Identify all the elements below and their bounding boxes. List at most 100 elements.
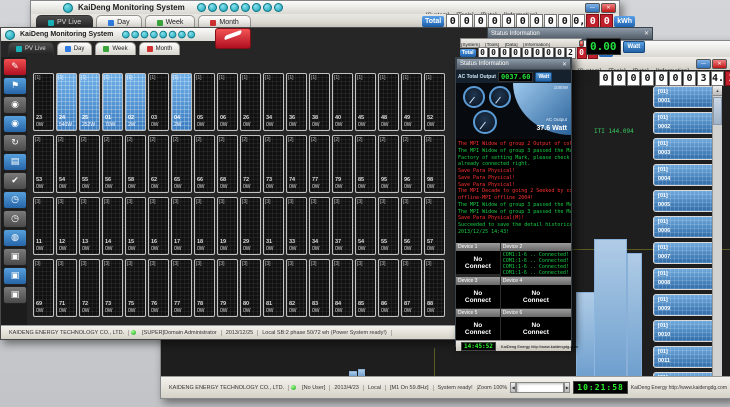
- close-button[interactable]: ✕: [601, 3, 616, 13]
- panel-cell[interactable]: [3]750W: [125, 259, 146, 317]
- help-icon[interactable]: [274, 3, 283, 12]
- panel-cell[interactable]: [3]550W: [378, 197, 399, 255]
- panel-cell[interactable]: [2]650W: [171, 135, 192, 193]
- panel-cell[interactable]: [2]980W: [424, 135, 445, 193]
- panel-cell[interactable]: [1]24540W: [56, 73, 77, 131]
- layout-icon[interactable]: [150, 30, 158, 38]
- tab-week[interactable]: Week: [95, 42, 135, 55]
- panel-cell[interactable]: [3]330W: [286, 197, 307, 255]
- inverter-tile[interactable]: [01]0008: [653, 268, 715, 290]
- titlebar[interactable]: KaiDeng Monitoring System: [1, 28, 248, 41]
- scrollbar-up-arrow[interactable]: ▲: [713, 86, 722, 96]
- panel-cell[interactable]: [1]450W: [355, 73, 376, 131]
- help-icon[interactable]: [188, 30, 196, 38]
- panel-cell[interactable]: [2]560W: [102, 135, 123, 193]
- panel-cell[interactable]: [3]860W: [378, 259, 399, 317]
- pin-icon[interactable]: [169, 30, 177, 38]
- minimize-button[interactable]: —: [585, 3, 600, 13]
- layout-icon[interactable]: [230, 3, 239, 12]
- verify-button[interactable]: ✔: [3, 172, 27, 190]
- panel-cell[interactable]: [1]490W: [401, 73, 422, 131]
- sync-icon[interactable]: [208, 3, 217, 12]
- panel-cell[interactable]: [2]720W: [240, 135, 261, 193]
- panel-cell[interactable]: [1]480W: [378, 73, 399, 131]
- panel-cell[interactable]: [2]680W: [217, 135, 238, 193]
- panel-titlebar[interactable]: Status Information ✕: [456, 58, 571, 70]
- panel-cell[interactable]: [2]530W: [33, 135, 54, 193]
- draw-tool-button[interactable]: ✎: [3, 58, 27, 76]
- panel-cell[interactable]: [2]730W: [263, 135, 284, 193]
- panel-cell[interactable]: [1]400W: [332, 73, 353, 131]
- panel-cell[interactable]: [1]030W: [148, 73, 169, 131]
- lock-icon[interactable]: [219, 3, 228, 12]
- panel-cell[interactable]: [1]360W: [286, 73, 307, 131]
- panel-cell[interactable]: [3]540W: [355, 197, 376, 255]
- minimize-button[interactable]: —: [696, 59, 711, 69]
- inverter-tile[interactable]: [01]0002: [653, 112, 715, 134]
- chart-icon[interactable]: [160, 30, 168, 38]
- panel-cell[interactable]: [3]140W: [102, 197, 123, 255]
- inverter-tile[interactable]: [01]0007: [653, 242, 715, 264]
- panel-cell[interactable]: [1]380W: [309, 73, 330, 131]
- minimize-icon[interactable]: [263, 3, 272, 12]
- panel-cell[interactable]: [1]0170W: [102, 73, 123, 131]
- vendor-link[interactable]: KaiDeng Energy http://www.kaidengdg.com: [501, 344, 578, 349]
- panel-cell[interactable]: [1]25252W: [79, 73, 100, 131]
- panel-cell[interactable]: [3]290W: [240, 197, 261, 255]
- panel-cell[interactable]: [3]340W: [309, 197, 330, 255]
- panel-cell[interactable]: [3]810W: [263, 259, 284, 317]
- timer-button[interactable]: ◷: [3, 210, 27, 228]
- close-icon[interactable]: ✕: [644, 30, 649, 37]
- tab-pv-live[interactable]: PV Live: [8, 42, 54, 55]
- close-icon[interactable]: ✕: [562, 61, 567, 68]
- panel-cell[interactable]: [2]790W: [332, 135, 353, 193]
- panel-cell[interactable]: [2]850W: [355, 135, 376, 193]
- panel-cell[interactable]: [3]150W: [125, 197, 146, 255]
- panel-cell[interactable]: [1]230W: [33, 73, 54, 131]
- inverter-tile[interactable]: [01]0001: [653, 86, 715, 108]
- panel-cell[interactable]: [3]870W: [401, 259, 422, 317]
- refresh-button[interactable]: ↻: [3, 134, 27, 152]
- panel-cell[interactable]: [2]960W: [401, 135, 422, 193]
- panel-cell[interactable]: [3]110W: [33, 197, 54, 255]
- tab-day[interactable]: Day: [57, 42, 93, 55]
- sync-icon[interactable]: [132, 30, 140, 38]
- vendor-link[interactable]: KaiDeng Energy http://www.kaidengdg.com: [631, 385, 727, 391]
- panel-cell[interactable]: [3]180W: [194, 197, 215, 255]
- settings-icon[interactable]: [197, 3, 206, 12]
- zoom-in-button[interactable]: ▶: [564, 382, 570, 393]
- panel-cell[interactable]: [3]820W: [286, 259, 307, 317]
- inverter-tile[interactable]: [01]0003: [653, 138, 715, 160]
- log-terminal[interactable]: The MPI Widow of group 2 Output of colle…: [456, 139, 571, 243]
- power-on-button[interactable]: ◉: [3, 115, 27, 133]
- panel-cell[interactable]: [1]260W: [240, 73, 261, 131]
- panel-cell[interactable]: [3]790W: [217, 259, 238, 317]
- panel-cell[interactable]: [3]120W: [56, 197, 77, 255]
- panel-cell[interactable]: [3]730W: [102, 259, 123, 317]
- watt-unit-button[interactable]: Watt: [623, 41, 646, 53]
- panel-cell[interactable]: [2]740W: [286, 135, 307, 193]
- panel-cell[interactable]: [2]540W: [56, 135, 77, 193]
- close-button[interactable]: ✕: [579, 40, 584, 47]
- panel-cell[interactable]: [1]060W: [217, 73, 238, 131]
- panel-cell[interactable]: [3]850W: [355, 259, 376, 317]
- record-button[interactable]: ▣: [3, 286, 27, 304]
- inverter-tile[interactable]: [01]0009: [653, 294, 715, 316]
- inverter-tile[interactable]: [01]0004: [653, 164, 715, 186]
- minimize-icon[interactable]: [178, 30, 186, 38]
- flag-button[interactable]: ⚑: [3, 77, 27, 95]
- panel-cell[interactable]: [3]160W: [148, 197, 169, 255]
- panel-cell[interactable]: [3]830W: [309, 259, 330, 317]
- panel-cell[interactable]: [3]690W: [33, 259, 54, 317]
- inverter-tile[interactable]: [01]0006: [653, 216, 715, 238]
- panel-cell[interactable]: [3]770W: [171, 259, 192, 317]
- lock-icon[interactable]: [141, 30, 149, 38]
- panel-cell[interactable]: [3]880W: [424, 259, 445, 317]
- panel-cell[interactable]: [3]560W: [401, 197, 422, 255]
- panel-cell[interactable]: [3]570W: [424, 197, 445, 255]
- panel-cell[interactable]: [3]190W: [217, 197, 238, 255]
- panel-cell[interactable]: [3]710W: [56, 259, 77, 317]
- inverter-tile[interactable]: [01]0010: [653, 320, 715, 342]
- panel-cell[interactable]: [2]580W: [125, 135, 146, 193]
- watt-unit-button[interactable]: Watt: [535, 72, 552, 82]
